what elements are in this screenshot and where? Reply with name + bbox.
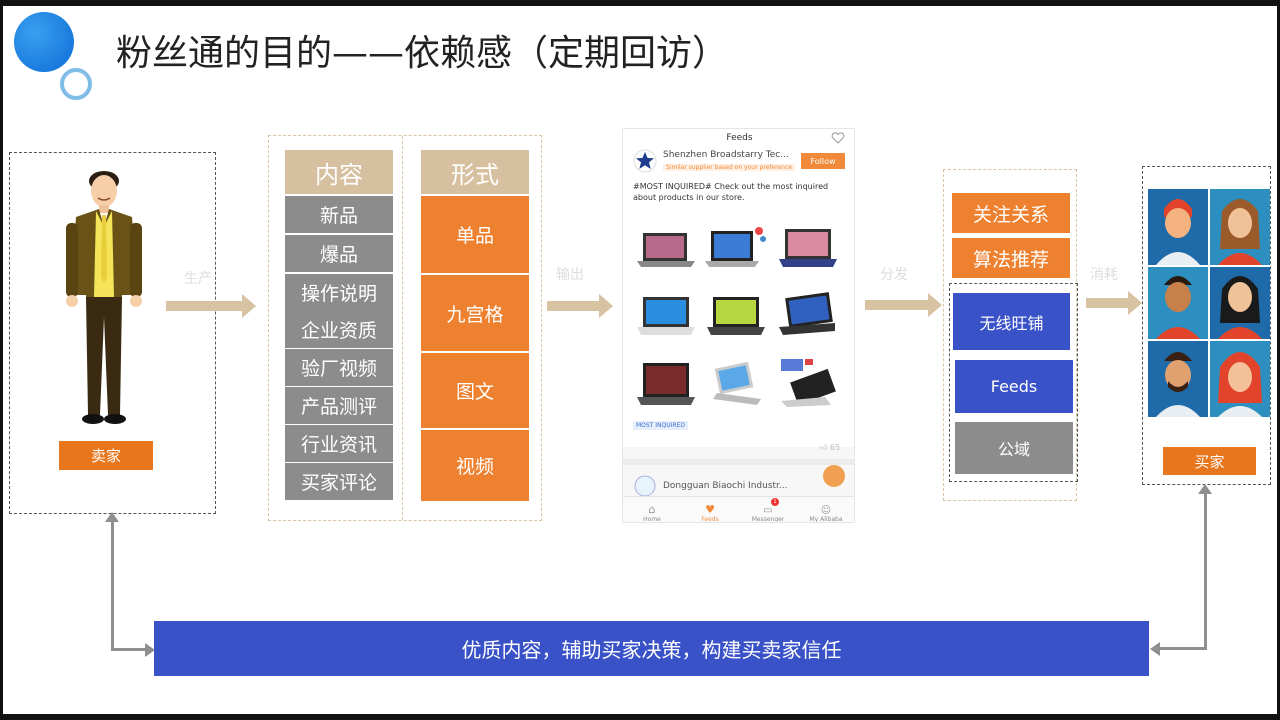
heart-icon[interactable] (831, 132, 845, 144)
loop-line-left-horizontal (111, 648, 147, 651)
content-item: 爆品 (285, 235, 393, 272)
content-item: 行业资讯 (285, 425, 393, 462)
content-item: 产品测评 (285, 387, 393, 424)
laptop-image[interactable] (703, 357, 769, 413)
feed-post-text: #MOST INQUIRED# Check out the most inqui… (633, 182, 829, 202)
content-form-divider (402, 136, 403, 520)
loop-line-right-horizontal (1158, 647, 1207, 650)
wireless-shop-box: 无线旺铺 (953, 293, 1070, 350)
nav-feeds-label: Feeds (701, 516, 719, 523)
loop-arrowhead-up-left (105, 512, 119, 522)
feeds-channel-box: Feeds (955, 360, 1073, 413)
public-domain-box: 公域 (955, 422, 1073, 474)
phone-header-title: Feeds (726, 133, 753, 143)
loop-line-left-vertical (111, 518, 114, 650)
nav-feeds[interactable]: ♥ Feeds (681, 497, 739, 523)
follow-relation-box: 关注关系 (952, 193, 1070, 233)
logo-circle-large (14, 12, 74, 72)
messenger-icon: ▭ (763, 505, 773, 516)
stage-label-distribute: 分发 (880, 267, 908, 283)
loop-arrowhead-left (1150, 642, 1160, 656)
arrow-distribute (865, 293, 942, 317)
form-item: 单品 (421, 196, 529, 273)
feeds-icon: ♥ (705, 503, 715, 516)
stage-label-output: 输出 (556, 267, 584, 283)
loop-arrowhead-up-right (1198, 484, 1212, 494)
slide-title: 粉丝通的目的——依赖感（定期回访） (116, 33, 729, 74)
loop-line-right-vertical (1204, 492, 1207, 649)
feed-card: Shenzhen Broadstarry Tec... Similar supp… (623, 147, 854, 452)
nav-my-alibaba-label: My Alibaba (809, 516, 843, 523)
seller-box: 卖家 (9, 152, 216, 514)
company-logo-icon (633, 149, 657, 173)
thumbs-up-icon[interactable]: 👍︎ (819, 443, 827, 452)
seller-figure-icon (66, 171, 142, 424)
nav-messenger-label: Messenger (751, 516, 785, 523)
feed-company-name-2[interactable]: Dongguan Biaochi Industr... (663, 481, 788, 491)
feeds-phone-screenshot: Feeds Shenzhen Broadstarry Tec... Simila… (622, 128, 855, 523)
nav-home-label: Home (643, 516, 661, 523)
stage-label-consume: 消耗 (1090, 267, 1118, 283)
buyer-avatars-icon (1148, 189, 1270, 417)
feed-separator (623, 459, 854, 465)
content-item: 验厂视频 (285, 349, 393, 386)
frame-left (0, 0, 3, 720)
laptop-image[interactable] (633, 287, 699, 343)
content-header: 内容 (285, 150, 393, 194)
feed-company-subtitle: Similar supplier based on your preferenc… (663, 164, 795, 171)
user-icon: ☺ (820, 505, 832, 516)
most-inquired-badge: MOST INQUIRED (633, 421, 689, 430)
home-icon: ⌂ (648, 503, 656, 516)
phone-header: Feeds (623, 129, 854, 147)
company-logo-2-icon (634, 475, 656, 497)
nav-messenger[interactable]: ▭ Messenger (739, 497, 797, 523)
buyer-tag: 买家 (1163, 447, 1256, 475)
arrow-output (547, 294, 613, 318)
like-count: 👍︎ 65 (819, 443, 840, 453)
feed-company-name[interactable]: Shenzhen Broadstarry Tec... (663, 150, 789, 160)
laptop-image[interactable] (703, 287, 769, 343)
algorithm-recommend-box: 算法推荐 (952, 238, 1070, 278)
messenger-badge: 1 (771, 498, 779, 506)
follow-button[interactable]: Follow (801, 153, 845, 169)
arrow-consume (1086, 291, 1142, 315)
trust-banner: 优质内容，辅助买家决策，构建买卖家信任 (154, 621, 1149, 676)
laptop-image[interactable] (775, 219, 841, 275)
nav-my-alibaba[interactable]: ☺ My Alibaba (797, 497, 854, 523)
laptop-image[interactable] (633, 219, 699, 275)
content-item: 买家评论 (285, 463, 393, 500)
laptop-image[interactable] (775, 287, 841, 343)
arrow-produce (166, 294, 256, 318)
buyer-box: 买家 (1142, 166, 1271, 485)
content-item: 企业资质 (285, 311, 393, 348)
stage-label-produce: 生产 (184, 271, 212, 287)
edit-post-icon[interactable] (823, 465, 845, 487)
frame-top (0, 0, 1280, 6)
nav-home[interactable]: ⌂ Home (623, 497, 681, 523)
like-count-value: 65 (829, 443, 841, 452)
form-item: 九宫格 (421, 275, 529, 351)
form-item: 视频 (421, 430, 529, 501)
content-item: 新品 (285, 196, 393, 233)
form-header: 形式 (421, 150, 529, 194)
seller-tag: 卖家 (59, 441, 153, 470)
frame-bottom (0, 714, 1280, 720)
logo-circle-small (60, 68, 92, 100)
form-item: 图文 (421, 353, 529, 428)
phone-bottom-nav: ⌂ Home ♥ Feeds ▭ Messenger 1 ☺ My Alibab… (623, 496, 854, 523)
content-item: 操作说明 (285, 274, 393, 311)
laptop-image[interactable] (633, 357, 699, 413)
laptop-image[interactable] (775, 357, 841, 413)
laptop-image[interactable] (703, 219, 769, 275)
